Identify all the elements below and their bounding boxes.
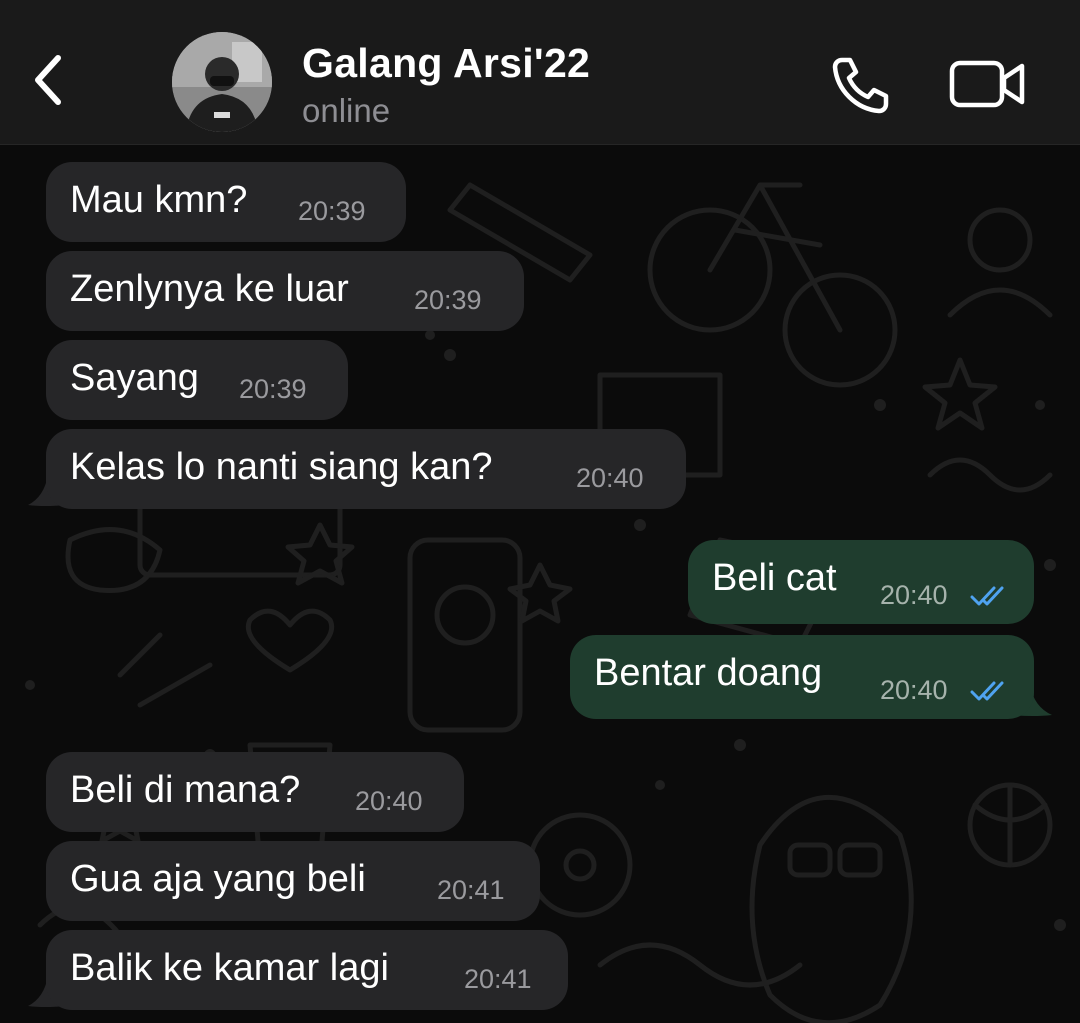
message-time: 20:40 (576, 463, 644, 493)
message-text: Beli di mana? (70, 769, 301, 811)
message-text: Kelas lo nanti siang kan? (70, 446, 493, 488)
contact-status: online (302, 92, 391, 129)
back-button[interactable] (18, 40, 78, 120)
message-text: Sayang (70, 357, 199, 399)
contact-name[interactable]: Galang Arsi'22 (302, 40, 590, 87)
message-time: 20:39 (239, 374, 307, 404)
message-bubble-incoming[interactable]: Beli di mana? 20:40 (46, 752, 464, 832)
read-receipt-icon (970, 586, 1004, 606)
message-text: Beli cat (712, 557, 837, 599)
read-receipt-icon (970, 681, 1004, 701)
message-list[interactable]: Mau kmn? 20:39 Zenlynya ke luar 20:39 Sa… (0, 145, 1080, 1023)
message-text: Mau kmn? (70, 179, 248, 221)
message-time: 20:41 (437, 875, 505, 905)
video-call-button[interactable] (948, 56, 1028, 112)
avatar-photo (172, 32, 272, 132)
message-bubble-incoming[interactable]: Gua aja yang beli 20:41 (46, 841, 540, 921)
message-time: 20:40 (355, 786, 423, 816)
chat-header: Galang Arsi'22 online (0, 0, 1080, 145)
message-text: Zenlynya ke luar (70, 268, 349, 310)
avatar[interactable] (172, 32, 272, 132)
message-bubble-outgoing[interactable]: Beli cat 20:40 (688, 540, 1034, 624)
message-time: 20:39 (414, 285, 482, 315)
message-time: 20:41 (464, 964, 532, 994)
chat-screen: Galang Arsi'22 online Mau kmn? 20:39 Zen… (0, 0, 1080, 1023)
message-text: Gua aja yang beli (70, 858, 366, 900)
video-camera-icon (949, 60, 1025, 108)
message-time: 20:40 (880, 580, 948, 610)
phone-icon (832, 57, 889, 114)
message-time: 20:39 (298, 196, 366, 226)
message-bubble-incoming[interactable]: Balik ke kamar lagi 20:41 (46, 930, 568, 1010)
message-text: Balik ke kamar lagi (70, 947, 389, 989)
message-bubble-incoming[interactable]: Sayang 20:39 (46, 340, 348, 420)
message-bubble-outgoing[interactable]: Bentar doang 20:40 (570, 635, 1034, 719)
chevron-left-icon (35, 55, 61, 105)
message-time: 20:40 (880, 675, 948, 705)
voice-call-button[interactable] (828, 54, 892, 114)
message-bubble-incoming[interactable]: Kelas lo nanti siang kan? 20:40 (46, 429, 686, 509)
message-bubble-incoming[interactable]: Zenlynya ke luar 20:39 (46, 251, 524, 331)
message-bubble-incoming[interactable]: Mau kmn? 20:39 (46, 162, 406, 242)
message-text: Bentar doang (594, 652, 823, 694)
